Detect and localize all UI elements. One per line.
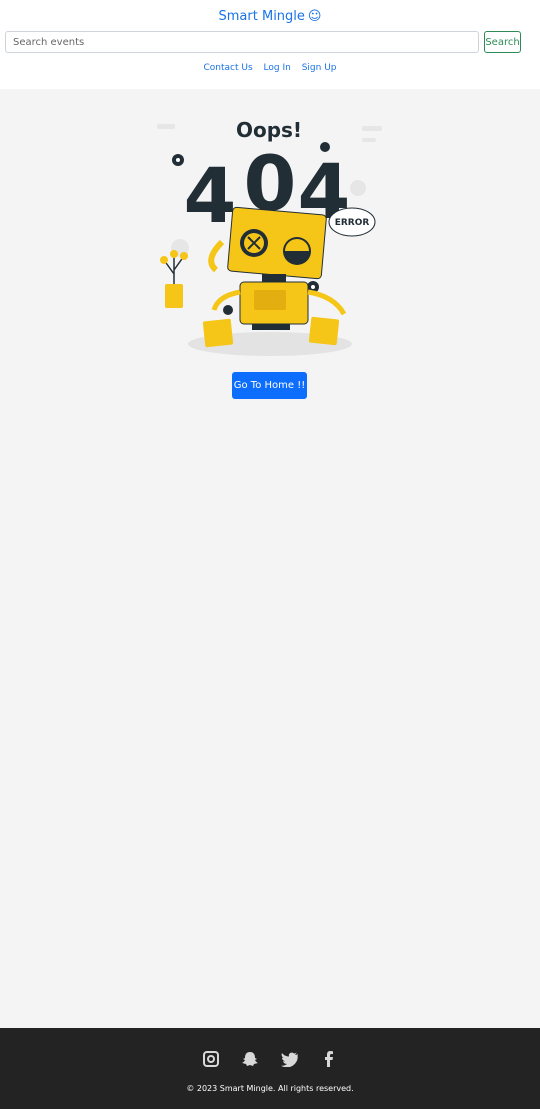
go-home-button[interactable]: Go To Home !! xyxy=(232,372,307,399)
search-form: Search xyxy=(5,31,521,53)
social-links xyxy=(0,1048,540,1067)
copyright-text: © 2023 Smart Mingle. All rights reserved… xyxy=(186,1084,354,1093)
error-404-illustration: Oops! 4 0 4 ERROR xyxy=(157,118,382,356)
brand-logo[interactable]: Smart Mingle ☺ xyxy=(0,9,540,24)
snapchat-icon[interactable] xyxy=(240,1051,260,1067)
search-button[interactable]: Search xyxy=(484,31,521,53)
instagram-icon[interactable] xyxy=(201,1050,221,1067)
smile-icon: ☺ xyxy=(307,9,322,24)
nav-log-in[interactable]: Log In xyxy=(264,63,291,73)
nav-links: Contact Us Log In Sign Up xyxy=(0,63,540,73)
error-badge: ERROR xyxy=(335,218,370,228)
header: Smart Mingle☺ Search Contact Us Log In S… xyxy=(0,0,540,89)
code-digit-1: 4 xyxy=(184,151,237,240)
footer: © 2023 Smart Mingle. All rights reserved… xyxy=(0,1028,540,1109)
search-input[interactable] xyxy=(5,31,479,53)
twitter-icon[interactable] xyxy=(280,1051,300,1067)
gear-icon xyxy=(223,305,233,315)
nav-sign-up[interactable]: Sign Up xyxy=(302,63,337,73)
gear-icon xyxy=(320,142,330,152)
facebook-icon[interactable] xyxy=(319,1050,339,1067)
nav-contact-us[interactable]: Contact Us xyxy=(204,63,253,73)
brand-name: Smart Mingle xyxy=(218,9,305,24)
